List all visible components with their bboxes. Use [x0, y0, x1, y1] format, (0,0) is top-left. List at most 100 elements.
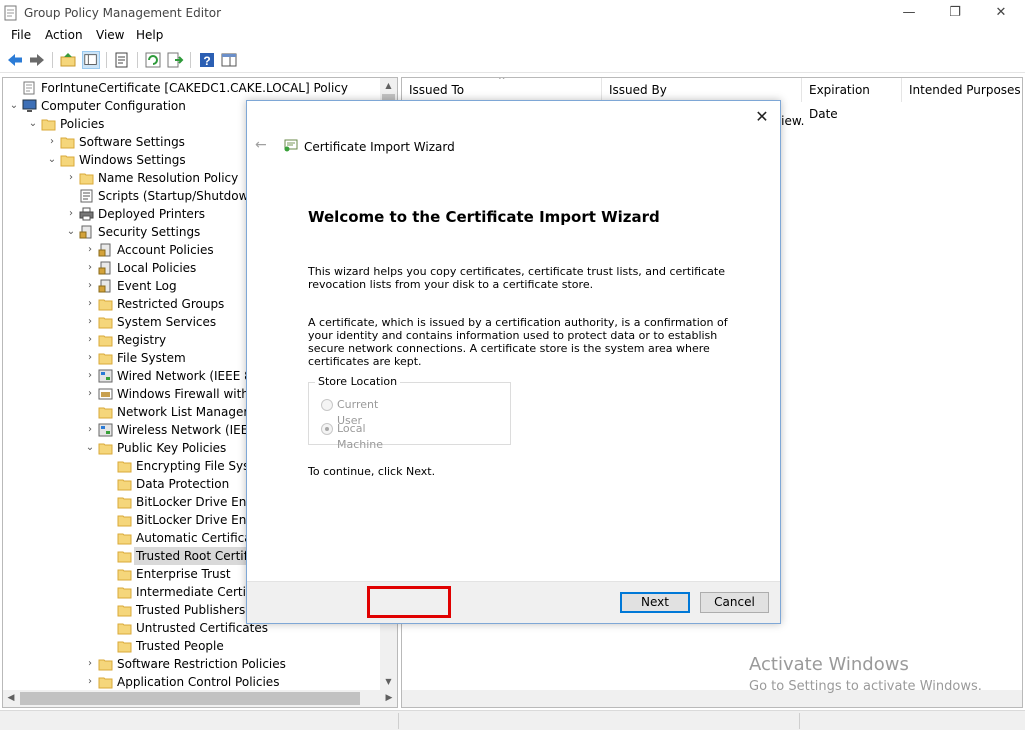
expand-chevron-icon[interactable]: ›	[85, 367, 95, 385]
expand-chevron-icon[interactable]: ›	[85, 655, 95, 673]
folder-icon	[117, 567, 132, 581]
collapse-chevron-icon[interactable]: ⌄	[85, 439, 95, 457]
show-hide-tree-icon[interactable]	[82, 51, 100, 69]
tree-item[interactable]: › Software Restriction Policies	[3, 655, 379, 673]
tree-item-label: Trusted Publishers	[136, 603, 246, 617]
gpo-editor-icon	[4, 5, 17, 21]
tree-item-label: Deployed Printers	[98, 207, 206, 221]
tree-item-label: ForIntuneCertificate [CAKEDC1.CAKE.LOCAL…	[41, 81, 348, 95]
tree-item-label: BitLocker Drive Encr	[136, 513, 258, 527]
folder-icon	[98, 405, 113, 419]
folder-icon	[117, 585, 132, 599]
policy-icon	[22, 81, 37, 95]
tree-item-label: Security Settings	[98, 225, 201, 239]
computer-icon	[22, 99, 37, 113]
up-folder-icon[interactable]	[59, 51, 77, 69]
tree-item[interactable]: Trusted People	[3, 637, 379, 655]
back-arrow-icon[interactable]	[6, 51, 24, 69]
status-bar	[0, 710, 1025, 730]
minimize-button[interactable]: —	[886, 0, 932, 26]
tree-hscroll-thumb[interactable]	[20, 692, 360, 705]
column-intended-purposes[interactable]: Intended Purposes	[902, 78, 1022, 102]
export-list-icon[interactable]	[166, 51, 184, 69]
tree-item-label: BitLocker Drive Encr	[136, 495, 258, 509]
menu-file[interactable]: File	[11, 28, 31, 42]
expand-chevron-icon[interactable]: ›	[85, 331, 95, 349]
folder-icon	[117, 459, 132, 473]
close-window-button[interactable]: ✕	[978, 0, 1024, 26]
tree-item-label: Name Resolution Policy	[98, 171, 239, 185]
collapse-chevron-icon[interactable]: ⌄	[9, 97, 19, 115]
tree-item-label: Encrypting File Syste	[136, 459, 262, 473]
expand-chevron-icon[interactable]: ›	[85, 349, 95, 367]
folder-icon	[117, 603, 132, 617]
menu-action[interactable]: Action	[45, 28, 83, 42]
expand-chevron-icon[interactable]: ›	[85, 385, 95, 403]
tree-item-label: Trusted People	[136, 639, 224, 653]
scroll-down-arrow-icon[interactable]: ▼	[380, 674, 397, 690]
radio-button[interactable]	[321, 399, 333, 411]
menu-bar: File Action View Help	[0, 26, 1025, 46]
menu-view[interactable]: View	[96, 28, 124, 42]
tree-item-label: Computer Configuration	[41, 99, 186, 113]
expand-chevron-icon[interactable]: ›	[85, 421, 95, 439]
next-button-highlight	[367, 586, 451, 618]
wizard-close-button[interactable]: ✕	[752, 107, 772, 127]
tree-item-label: Windows Settings	[79, 153, 186, 167]
tree-horizontal-scrollbar[interactable]: ◀ ▶	[3, 690, 397, 707]
wizard-intro-text: This wizard helps you copy certificates,…	[308, 265, 725, 291]
collapse-chevron-icon[interactable]: ⌄	[28, 115, 38, 133]
wizard-back-arrow-icon[interactable]: ←	[255, 137, 267, 153]
column-issued-by[interactable]: Issued By	[602, 78, 802, 102]
radio-button-selected[interactable]	[321, 423, 333, 435]
expand-chevron-icon[interactable]: ›	[66, 169, 76, 187]
scroll-up-arrow-icon[interactable]: ▲	[380, 78, 397, 94]
expand-chevron-icon[interactable]: ›	[47, 133, 57, 151]
tree-item-label: Local Policies	[117, 261, 197, 275]
expand-chevron-icon[interactable]: ›	[85, 277, 95, 295]
toolbar-separator	[106, 52, 107, 68]
tree-item-label: Registry	[117, 333, 167, 347]
expand-chevron-icon[interactable]: ›	[66, 205, 76, 223]
help-icon[interactable]: ?	[198, 51, 216, 69]
show-action-pane-icon[interactable]	[220, 51, 238, 69]
tree-item-label: File System	[117, 351, 186, 365]
folder-icon	[98, 675, 113, 689]
window-title: Group Policy Management Editor	[24, 6, 222, 20]
forward-arrow-icon[interactable]	[28, 51, 46, 69]
scroll-right-arrow-icon[interactable]: ▶	[381, 690, 397, 707]
toolbar: ?	[0, 47, 1025, 73]
properties-icon[interactable]	[113, 51, 131, 69]
security-icon	[98, 261, 113, 275]
expand-chevron-icon[interactable]: ›	[85, 241, 95, 259]
tree-item[interactable]: › Application Control Policies	[3, 673, 379, 691]
folder-icon	[60, 153, 75, 167]
collapse-chevron-icon[interactable]: ⌄	[47, 151, 57, 169]
expand-chevron-icon[interactable]: ›	[85, 295, 95, 313]
tree-item-label: Restricted Groups	[117, 297, 225, 311]
collapse-chevron-icon[interactable]: ⌄	[66, 223, 76, 241]
menu-help[interactable]: Help	[136, 28, 163, 42]
maximize-button[interactable]: ❐	[932, 0, 978, 26]
folder-icon	[117, 513, 132, 527]
expand-chevron-icon[interactable]: ›	[85, 259, 95, 277]
toolbar-separator	[52, 52, 53, 68]
expand-chevron-icon[interactable]: ›	[85, 673, 95, 691]
activation-watermark: Activate Windows Go to Settings to activ…	[749, 654, 982, 694]
cancel-button[interactable]: Cancel	[700, 592, 769, 613]
tree-item-label: Account Policies	[117, 243, 214, 257]
scroll-left-arrow-icon[interactable]: ◀	[3, 690, 19, 707]
refresh-icon[interactable]	[144, 51, 162, 69]
column-expiration-date[interactable]: Expiration Date	[802, 78, 902, 121]
tree-item[interactable]: ForIntuneCertificate [CAKEDC1.CAKE.LOCAL…	[3, 79, 379, 97]
expand-chevron-icon[interactable]: ›	[85, 313, 95, 331]
tree-item-label: Network List Manager P	[117, 405, 260, 419]
folder-icon	[117, 621, 132, 635]
tree-item-label: Public Key Policies	[117, 441, 227, 455]
next-button[interactable]: Next	[620, 592, 690, 613]
